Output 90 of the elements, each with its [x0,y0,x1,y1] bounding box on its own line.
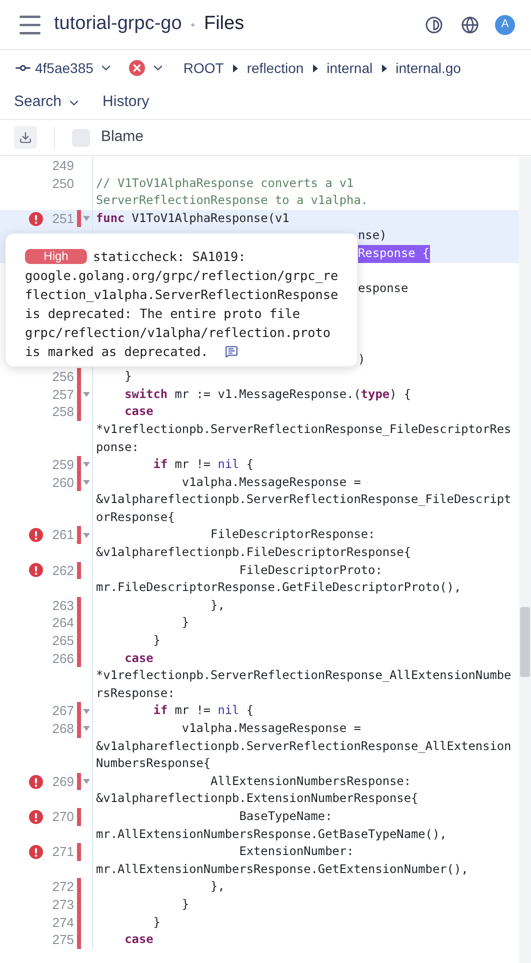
line-number: 269 [51,772,74,790]
code-line: case *v1reflectionpb.ServerReflectionResponse_AllExtensionNumbersResponse: [96,650,512,702]
line-number: 258 [51,403,74,421]
code-line: AllExtensionNumbersResponse: &v1alphareflectionpb.ExtensionNumberResponse{ [96,772,420,808]
error-icon [29,774,43,789]
coverage-bar [77,808,81,826]
coverage-bar [77,562,81,580]
fold-icon[interactable] [83,708,90,714]
repo-name[interactable]: tutorial-grpc-go [54,10,182,39]
comment-icon[interactable] [225,345,238,358]
code-line: }, [210,596,226,614]
code-line: } [124,368,133,386]
error-icon [29,212,43,226]
line-number: 271 [51,843,74,861]
coverage-bar [77,526,81,544]
page-title: Files [204,12,244,36]
code-line: } [180,614,190,632]
error-icon [29,528,43,542]
code-line: BaseTypeName: mr.AllExtensionNumbersResponse.GetBaseTypeName(), [96,808,448,843]
code-line: } [152,632,162,650]
line-number: 270 [51,808,74,826]
line-number: 263 [51,596,74,614]
line-number: 275 [51,931,74,949]
error-status-icon[interactable] [129,60,146,76]
line-number: 257 [51,386,74,404]
fold-icon[interactable] [83,726,90,732]
code-line: if mr != nil { [152,702,255,720]
code-line: ExtensionNumber: mr.AllExtensionNumbersResponse.GetExtensionNumber(), [96,843,470,878]
line-number: 266 [51,650,74,668]
caret-icon [312,64,319,72]
blame-label[interactable]: Blame [101,126,144,149]
code-line: switch mr := v1.MessageResponse.(type) { [124,386,412,403]
line-number: 262 [51,562,74,580]
code-line: v1alpha.MessageResponse = &v1alphareflectionpb.ServerReflectionResponse_AllExtensionNumbersResponse{ [96,720,512,772]
code-line: if mr != nil { [152,456,255,474]
fold-icon[interactable] [83,480,90,485]
caret-icon [380,64,388,72]
line-number: 259 [51,456,74,474]
line-number: 265 [51,632,74,650]
line-number: 250 [51,174,74,192]
line-number: 273 [51,896,74,914]
commit-selector[interactable]: 4f5ae385 [35,58,94,78]
line-number: 256 [51,368,74,386]
code-fragment: ) [358,350,366,368]
line-number: 274 [51,914,74,932]
code-line: FileDescriptorProto: mr.FileDescriptorResponse.GetFileDescriptorProto(), [96,562,462,596]
code-line: func V1ToV1AlphaResponse(v1 [96,210,290,227]
breadcrumb-item[interactable]: internal [326,58,373,78]
code-fragment: nse) [358,227,387,244]
code-fragment: esponse [358,280,408,298]
download-icon [19,131,32,144]
coverage-bar [77,772,81,790]
language-icon[interactable] [461,16,479,34]
fold-icon[interactable] [83,216,90,222]
breadcrumb-item[interactable]: internal.go [396,58,461,78]
breadcrumb-item[interactable]: ROOT [183,58,224,78]
fold-icon[interactable] [83,462,90,468]
code-fragment: Response { [358,244,430,263]
coverage-bar [77,843,81,861]
scrollbar[interactable] [519,157,531,963]
menu-tab[interactable]: History [102,91,150,114]
breadcrumb-item[interactable]: reflection [246,58,304,78]
fold-icon[interactable] [83,532,90,538]
code-line: }, [210,878,226,896]
separator: • [190,16,195,34]
error-icon [29,810,43,824]
code-line: } [152,914,162,931]
code-line: case *v1reflectionpb.ServerReflectionResponse_FileDescriptorResponse: [96,403,512,456]
code-line: } [180,896,190,913]
code-line: // V1ToV1AlphaResponse converts a v1 ServerReflectionResponse to a v1alpha. [96,174,370,210]
theme-icon[interactable] [425,16,443,34]
line-number: 261 [51,526,74,544]
download-button[interactable] [14,126,37,149]
line-number: 260 [51,474,74,492]
fold-icon[interactable] [83,392,90,398]
line-number: 267 [51,702,74,720]
line-number: 272 [51,878,74,896]
coverage-bar [77,210,81,228]
line-number: 249 [51,157,74,175]
code-line: v1alpha.MessageResponse = &v1alphareflectionpb.ServerReflectionResponse_FileDescriptorResponse{ [96,474,512,526]
line-number: 268 [51,720,74,738]
error-icon [29,844,43,859]
line-number: 251 [51,210,74,228]
fold-icon[interactable] [83,779,90,784]
code-line: FileDescriptorResponse: &v1alphareflectionpb.FileDescriptorResponse{ [96,526,412,562]
menu-tab[interactable]: Search [14,91,81,114]
line-number: 264 [51,614,74,632]
code-line: case [124,931,154,948]
error-icon [29,563,43,578]
caret-icon [232,64,239,72]
